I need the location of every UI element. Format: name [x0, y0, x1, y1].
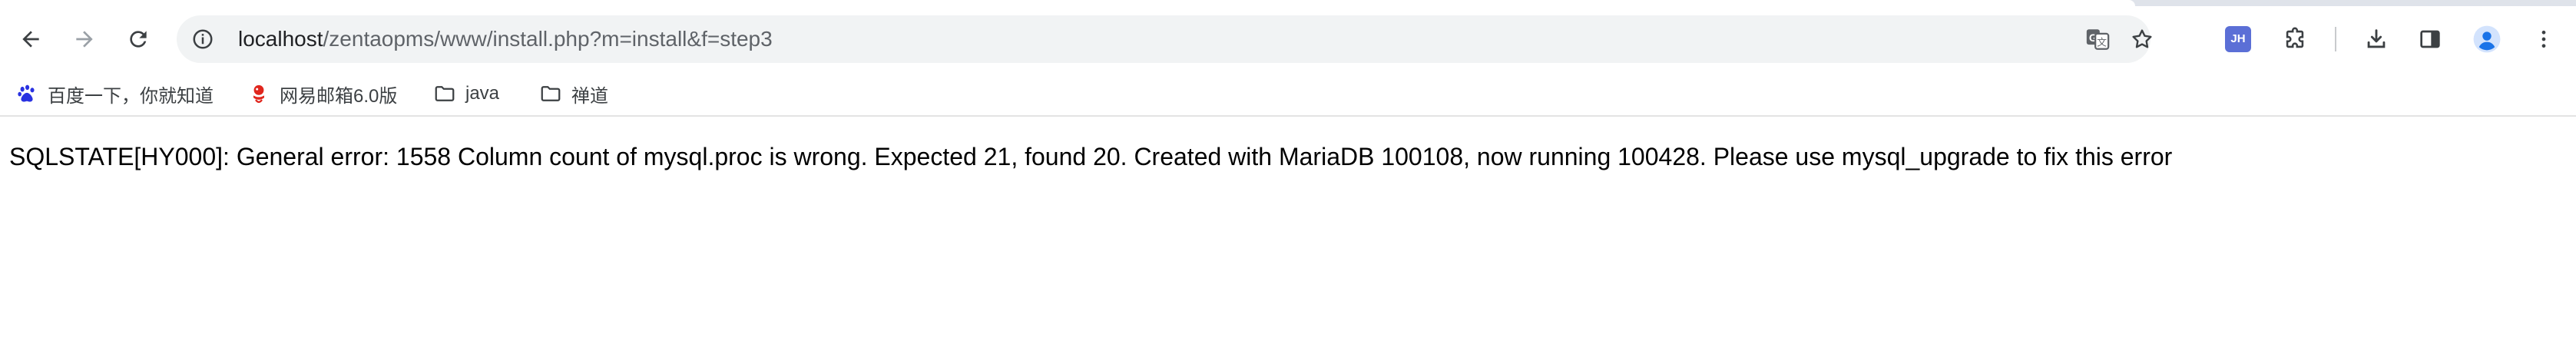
active-tab-edge[interactable] — [0, 0, 2135, 6]
extensions-puzzle-icon[interactable] — [2276, 21, 2313, 58]
tab-strip — [0, 0, 2576, 6]
profile-avatar-icon[interactable] — [2468, 21, 2505, 58]
toolbar-divider — [2335, 27, 2336, 51]
svg-text:文: 文 — [2097, 38, 2107, 49]
bookmark-folder-java[interactable]: java — [433, 78, 499, 109]
forward-arrow-icon — [76, 31, 93, 48]
browser-window: localhost/zentaopms/www/install.php?m=in… — [0, 0, 2576, 344]
bookmark-netease-mail[interactable]: 网易邮箱6.0版 — [247, 78, 397, 109]
reload-button[interactable] — [118, 19, 158, 59]
baidu-paw-icon — [15, 82, 38, 105]
address-bar[interactable]: localhost/zentaopms/www/install.php?m=in… — [177, 15, 2152, 63]
bookmarks-bar: 百度一下，你就知道 网易邮箱6.0版 java 禅道 — [0, 71, 2576, 117]
bookmark-baidu[interactable]: 百度一下，你就知道 — [15, 78, 214, 109]
url-host: localhost — [238, 27, 323, 51]
reload-icon — [130, 31, 147, 48]
download-icon[interactable] — [2358, 21, 2395, 58]
jh-extension-icon[interactable]: JH — [2220, 21, 2256, 58]
url-path: /zentaopms/www/install.php?m=install&f=s… — [323, 27, 773, 51]
bookmark-folder-chandao[interactable]: 禅道 — [539, 78, 608, 109]
page-content: SQLSTATE[HY000]: General error: 1558 Col… — [0, 117, 2576, 344]
folder-icon — [539, 82, 562, 105]
netease-mail-icon — [247, 82, 270, 105]
side-panel-icon[interactable] — [2412, 21, 2449, 58]
translate-icon[interactable]: G 文 — [2081, 23, 2114, 55]
bookmark-label: 百度一下，你就知道 — [48, 85, 214, 107]
bookmark-label: 禅道 — [571, 85, 608, 107]
bookmark-label: java — [465, 83, 500, 104]
site-info-icon[interactable] — [189, 25, 217, 53]
back-button[interactable] — [11, 19, 51, 59]
forward-button[interactable] — [65, 19, 104, 59]
browser-toolbar: localhost/zentaopms/www/install.php?m=in… — [0, 6, 2576, 71]
back-arrow-icon — [22, 31, 39, 48]
bookmark-star-icon[interactable] — [2126, 23, 2158, 55]
kebab-menu-icon[interactable] — [2525, 21, 2562, 58]
sql-error-message: SQLSTATE[HY000]: General error: 1558 Col… — [9, 143, 2173, 170]
url-text[interactable]: localhost/zentaopms/www/install.php?m=in… — [238, 26, 773, 52]
jh-extension-label: JH — [2225, 26, 2251, 52]
bookmark-label: 网易邮箱6.0版 — [280, 85, 398, 107]
folder-icon — [433, 82, 456, 105]
